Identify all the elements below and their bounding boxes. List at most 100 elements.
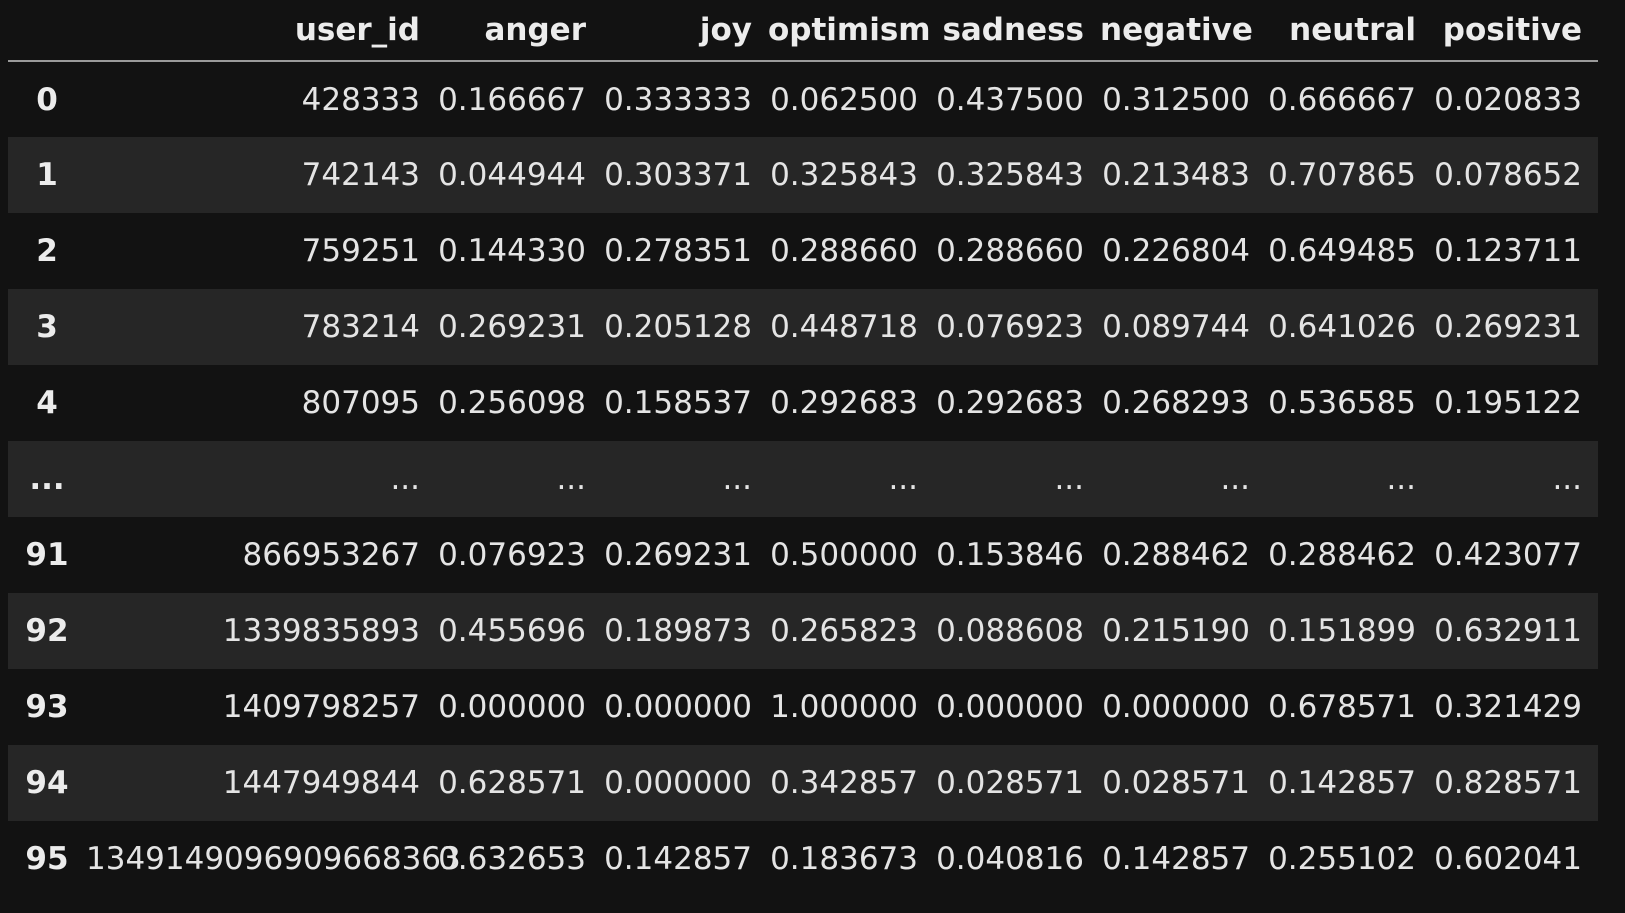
user-id-cell: 807095 — [301, 385, 420, 421]
row-index: 0 — [36, 81, 58, 118]
optimism-cell: 0.500000 — [770, 537, 918, 573]
row-index: 93 — [25, 689, 69, 725]
table-row: 4 807095 0.256098 0.158537 0.292683 0.292683 0… — [8, 365, 1598, 441]
table-row: 2 759251 0.144330 0.278351 0.288660 0.288660 0… — [8, 213, 1598, 289]
header-index — [8, 0, 86, 62]
optimism-cell: 0.325843 — [770, 157, 918, 193]
row-index: 95 — [25, 841, 69, 877]
sadness-cell: 0.292683 — [936, 385, 1084, 421]
row-index: 94 — [25, 765, 69, 801]
user-id-cell: 1349149096909668363 — [86, 841, 461, 877]
sadness-cell: 0.088608 — [936, 613, 1084, 649]
header-neutral: neutral — [1266, 0, 1432, 62]
optimism-cell: 0.288660 — [770, 233, 918, 269]
header-user-id: user_id — [86, 0, 436, 62]
user-id-cell: 1447949844 — [222, 765, 420, 801]
joy-cell: 0.205128 — [604, 309, 752, 345]
header-sadness: sadness — [934, 0, 1100, 62]
neutral-cell: 0.288462 — [1268, 537, 1416, 573]
optimism-cell: 0.342857 — [770, 765, 918, 801]
positive-cell: 0.828571 — [1434, 765, 1582, 801]
joy-cell: 0.189873 — [604, 613, 752, 649]
row-index: 1 — [36, 157, 58, 193]
header-anger: anger — [436, 0, 602, 62]
negative-cell: 0.288462 — [1102, 537, 1250, 573]
row-index: 3 — [36, 309, 58, 345]
neutral-cell: ... — [1386, 461, 1416, 497]
joy-cell: 0.142857 — [604, 841, 752, 877]
user-id-cell: 866953267 — [242, 537, 420, 573]
neutral-cell: 0.255102 — [1268, 841, 1416, 877]
joy-cell: 0.303371 — [604, 157, 752, 193]
table-body: 0 428333 0.166667 0.333333 0.062500 0.437500 0… — [8, 61, 1598, 897]
neutral-cell: 0.678571 — [1268, 689, 1416, 725]
negative-cell: 0.089744 — [1102, 309, 1250, 345]
positive-cell: ... — [1552, 461, 1582, 497]
table-row: 95 1349149096909668363 0.632653 0.142857 0.1… — [8, 821, 1598, 897]
joy-cell: 0.000000 — [604, 765, 752, 801]
anger-cell: 0.455696 — [438, 613, 586, 649]
anger-cell: ... — [556, 461, 586, 497]
row-index: ... — [29, 461, 65, 497]
joy-cell: 0.333333 — [604, 81, 752, 118]
row-index: 92 — [25, 613, 69, 649]
anger-cell: 0.044944 — [438, 157, 586, 193]
optimism-cell: 1.000000 — [770, 689, 918, 725]
table-header: user_id anger joy optimism sadness negat… — [8, 0, 1598, 62]
positive-cell: 0.269231 — [1434, 309, 1582, 345]
positive-cell: 0.321429 — [1434, 689, 1582, 725]
anger-cell: 0.632653 — [438, 841, 586, 877]
joy-cell: 0.000000 — [604, 689, 752, 725]
table-row: 0 428333 0.166667 0.333333 0.062500 0.437500 0… — [8, 61, 1598, 137]
table-row: ........................... — [8, 441, 1598, 517]
header-negative: negative — [1100, 0, 1266, 62]
dataframe-output: user_id anger joy optimism sadness negat… — [8, 0, 1598, 897]
row-index: 91 — [25, 537, 69, 573]
user-id-cell: 1409798257 — [222, 689, 420, 725]
neutral-cell: 0.641026 — [1268, 309, 1416, 345]
anger-cell: 0.166667 — [438, 81, 586, 118]
sadness-cell: 0.325843 — [936, 157, 1084, 193]
sadness-cell: 0.028571 — [936, 765, 1084, 801]
negative-cell: 0.268293 — [1102, 385, 1250, 421]
table-row: 93 1409798257 0.000000 0.000000 1.000000 0.00… — [8, 669, 1598, 745]
positive-cell: 0.423077 — [1434, 537, 1582, 573]
joy-cell: 0.269231 — [604, 537, 752, 573]
header-row: user_id anger joy optimism sadness negat… — [8, 0, 1598, 62]
anger-cell: 0.628571 — [438, 765, 586, 801]
positive-cell: 0.123711 — [1434, 233, 1582, 269]
optimism-cell: 0.448718 — [770, 309, 918, 345]
user-id-cell: 428333 — [301, 81, 420, 118]
joy-cell: 0.278351 — [604, 233, 752, 269]
table-row: 92 1339835893 0.455696 0.189873 0.265823 0.08… — [8, 593, 1598, 669]
negative-cell: 0.028571 — [1102, 765, 1250, 801]
positive-cell: 0.632911 — [1434, 613, 1582, 649]
anger-cell: 0.269231 — [438, 309, 586, 345]
negative-cell: 0.312500 — [1102, 81, 1250, 118]
negative-cell: 0.142857 — [1102, 841, 1250, 877]
table-row: 94 1447949844 0.628571 0.000000 0.342857 0.02… — [8, 745, 1598, 821]
positive-cell: 0.078652 — [1434, 157, 1582, 193]
table-row: 91 866953267 0.076923 0.269231 0.500000 0.153… — [8, 517, 1598, 593]
optimism-cell: 0.265823 — [770, 613, 918, 649]
user-id-cell: ... — [390, 461, 420, 497]
sadness-cell: 0.040816 — [936, 841, 1084, 877]
sadness-cell: 0.000000 — [936, 689, 1084, 725]
sadness-cell: 0.437500 — [936, 81, 1084, 118]
header-positive: positive — [1432, 0, 1598, 62]
positive-cell: 0.020833 — [1434, 81, 1582, 118]
neutral-cell: 0.151899 — [1268, 613, 1416, 649]
anger-cell: 0.256098 — [438, 385, 586, 421]
positive-cell: 0.602041 — [1434, 841, 1582, 877]
neutral-cell: 0.707865 — [1268, 157, 1416, 193]
optimism-cell: 0.062500 — [770, 81, 918, 118]
header-optimism: optimism — [768, 0, 934, 62]
neutral-cell: 0.536585 — [1268, 385, 1416, 421]
sadness-cell: 0.076923 — [936, 309, 1084, 345]
joy-cell: ... — [722, 461, 752, 497]
user-id-cell: 742143 — [301, 157, 420, 193]
sadness-cell: ... — [1054, 461, 1084, 497]
user-id-cell: 783214 — [301, 309, 420, 345]
neutral-cell: 0.649485 — [1268, 233, 1416, 269]
row-index: 4 — [36, 385, 58, 421]
